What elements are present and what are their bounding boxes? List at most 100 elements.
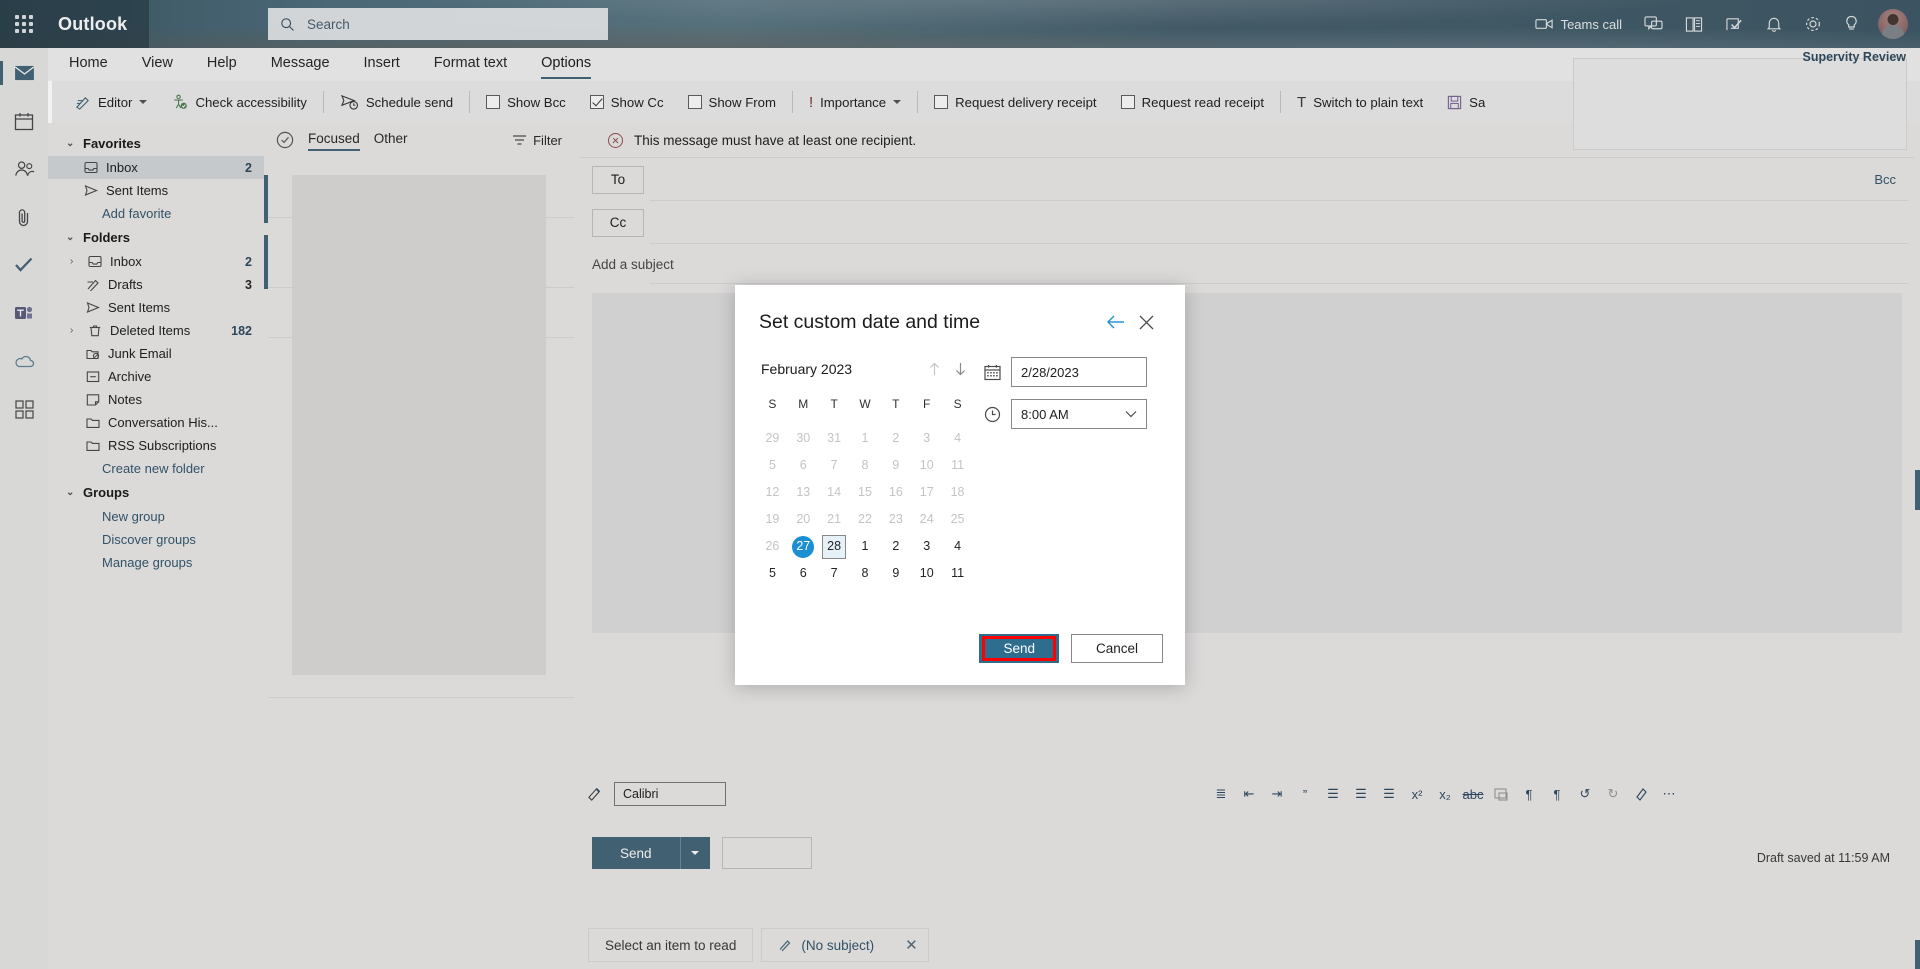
calendar-day[interactable]: 10 — [911, 560, 942, 587]
align-right-icon[interactable]: ☰ — [1376, 781, 1402, 807]
next-month-button[interactable] — [947, 356, 973, 382]
strikethrough-icon[interactable]: abc — [1460, 781, 1486, 807]
date-input[interactable]: 2/28/2023 — [1011, 357, 1147, 387]
to-row[interactable]: To Bcc — [574, 158, 1920, 201]
sidebar-item-inbox[interactable]: › Inbox 2 — [48, 250, 264, 273]
sidebar-item-favorite-inbox[interactable]: Inbox 2 — [48, 156, 264, 179]
more-options-icon[interactable]: ⋯ — [1656, 781, 1682, 807]
insert-picture-icon[interactable] — [1488, 781, 1514, 807]
calendar-day[interactable]: 28 — [819, 533, 850, 560]
gear-icon[interactable] — [1793, 0, 1833, 48]
numbered-list-icon[interactable]: ≣ — [1208, 781, 1234, 807]
sidebar-item-sent-items[interactable]: Sent Items — [48, 296, 264, 319]
rail-item-todo[interactable] — [6, 248, 42, 282]
schedule-send-button[interactable]: Schedule send — [328, 86, 465, 118]
font-name-box[interactable]: Calibri — [614, 782, 726, 806]
sidebar-item-deleted-items[interactable]: › Deleted Items 182 — [48, 319, 264, 342]
rail-item-mail[interactable] — [0, 56, 42, 90]
avatar[interactable] — [1878, 9, 1908, 39]
importance-button[interactable]: ! Importance — [797, 86, 913, 118]
rtl-icon[interactable]: ¶ — [1544, 781, 1570, 807]
teams-call-button[interactable]: Teams call — [1524, 0, 1633, 48]
calendar-day[interactable]: 2 — [880, 533, 911, 560]
bcc-link[interactable]: Bcc — [1874, 172, 1896, 187]
sidebar-item-favorite-sent-items[interactable]: Sent Items — [48, 179, 264, 202]
show-from-checkbox[interactable]: Show From — [676, 86, 788, 118]
align-center-icon[interactable]: ☰ — [1348, 781, 1374, 807]
calendar-day[interactable]: 9 — [880, 560, 911, 587]
dialog-cancel-button[interactable]: Cancel — [1070, 634, 1163, 663]
manage-groups-link[interactable]: Manage groups — [48, 551, 264, 574]
quote-icon[interactable]: ” — [1292, 781, 1318, 807]
decrease-indent-icon[interactable]: ⇤ — [1236, 781, 1262, 807]
tab-view[interactable]: View — [125, 48, 190, 81]
calendar-day[interactable]: 4 — [942, 533, 973, 560]
discover-groups-link[interactable]: Discover groups — [48, 528, 264, 551]
send-options-button[interactable] — [679, 837, 710, 869]
calendar-day[interactable]: 7 — [819, 560, 850, 587]
sidebar-item-rss-subscriptions[interactable]: RSS Subscriptions — [48, 434, 264, 457]
subject-row[interactable]: Add a subject — [574, 244, 1920, 284]
rail-item-apps[interactable] — [6, 392, 42, 426]
calendar-day[interactable]: 5 — [757, 560, 788, 587]
calendar-day[interactable]: 27 — [788, 533, 819, 560]
chevron-right-icon[interactable]: › — [70, 325, 80, 336]
request-delivery-receipt-checkbox[interactable]: Request delivery receipt — [922, 86, 1108, 118]
rail-item-attachment[interactable] — [6, 200, 42, 234]
draft-tab[interactable]: (No subject) ✕ — [761, 928, 929, 962]
back-button[interactable] — [1101, 307, 1131, 337]
rail-item-people[interactable] — [6, 152, 42, 186]
close-button[interactable] — [1131, 307, 1161, 337]
clear-formatting-icon[interactable] — [1628, 781, 1654, 807]
switch-to-plain-text-button[interactable]: T Switch to plain text — [1285, 86, 1435, 118]
cc-button[interactable]: Cc — [592, 208, 644, 237]
cc-row[interactable]: Cc — [574, 201, 1920, 244]
show-bcc-checkbox[interactable]: Show Bcc — [474, 86, 578, 118]
editor-button[interactable]: Editor — [62, 86, 159, 118]
sidebar-item-drafts[interactable]: Drafts 3 — [48, 273, 264, 296]
tasks-icon[interactable] — [1714, 0, 1755, 48]
discard-button[interactable] — [721, 837, 812, 869]
show-cc-checkbox[interactable]: Show Cc — [578, 86, 676, 118]
calendar-day[interactable]: 11 — [942, 560, 973, 587]
tab-help[interactable]: Help — [190, 48, 254, 81]
sidebar-item-junk-email[interactable]: Junk Email — [48, 342, 264, 365]
tab-focused[interactable]: Focused — [308, 131, 360, 151]
filter-button[interactable]: Filter — [512, 133, 562, 148]
select-all-icon[interactable] — [276, 131, 294, 149]
folders-group-header[interactable]: ⌄ Folders — [48, 225, 264, 250]
tab-other[interactable]: Other — [374, 131, 408, 149]
save-button[interactable]: Sa — [1435, 86, 1497, 118]
superscript-icon[interactable]: x² — [1404, 781, 1430, 807]
prev-month-button[interactable] — [921, 356, 947, 382]
rail-item-onedrive[interactable] — [6, 344, 42, 378]
office-apps-icon[interactable] — [1674, 0, 1714, 48]
create-new-folder-link[interactable]: Create new folder — [48, 457, 264, 480]
dialog-send-button[interactable]: Send — [979, 634, 1059, 663]
align-left-icon[interactable]: ☰ — [1320, 781, 1346, 807]
ltr-icon[interactable]: ¶ — [1516, 781, 1542, 807]
rail-item-calendar[interactable] — [6, 104, 42, 138]
subscript-icon[interactable]: x₂ — [1432, 781, 1458, 807]
calendar-day[interactable]: 1 — [850, 533, 881, 560]
to-button[interactable]: To — [592, 165, 644, 194]
tab-format-text[interactable]: Format text — [417, 48, 524, 81]
close-icon[interactable]: ✕ — [905, 936, 918, 954]
calendar-day[interactable]: 8 — [850, 560, 881, 587]
tab-message[interactable]: Message — [254, 48, 347, 81]
calendar-day[interactable]: 6 — [788, 560, 819, 587]
search-box[interactable] — [268, 8, 608, 40]
chevron-right-icon[interactable]: › — [70, 256, 80, 267]
sidebar-item-archive[interactable]: Archive — [48, 365, 264, 388]
chat-icon[interactable] — [1633, 0, 1674, 48]
format-painter-icon[interactable] — [582, 781, 608, 807]
groups-group-header[interactable]: ⌄ Groups — [48, 480, 264, 505]
bell-icon[interactable] — [1755, 0, 1793, 48]
redo-icon[interactable]: ↻ — [1600, 781, 1626, 807]
undo-icon[interactable]: ↺ — [1572, 781, 1598, 807]
tab-insert[interactable]: Insert — [347, 48, 417, 81]
search-input[interactable] — [305, 15, 565, 33]
sidebar-item-notes[interactable]: Notes — [48, 388, 264, 411]
check-accessibility-button[interactable]: Check accessibility — [159, 86, 318, 118]
increase-indent-icon[interactable]: ⇥ — [1264, 781, 1290, 807]
